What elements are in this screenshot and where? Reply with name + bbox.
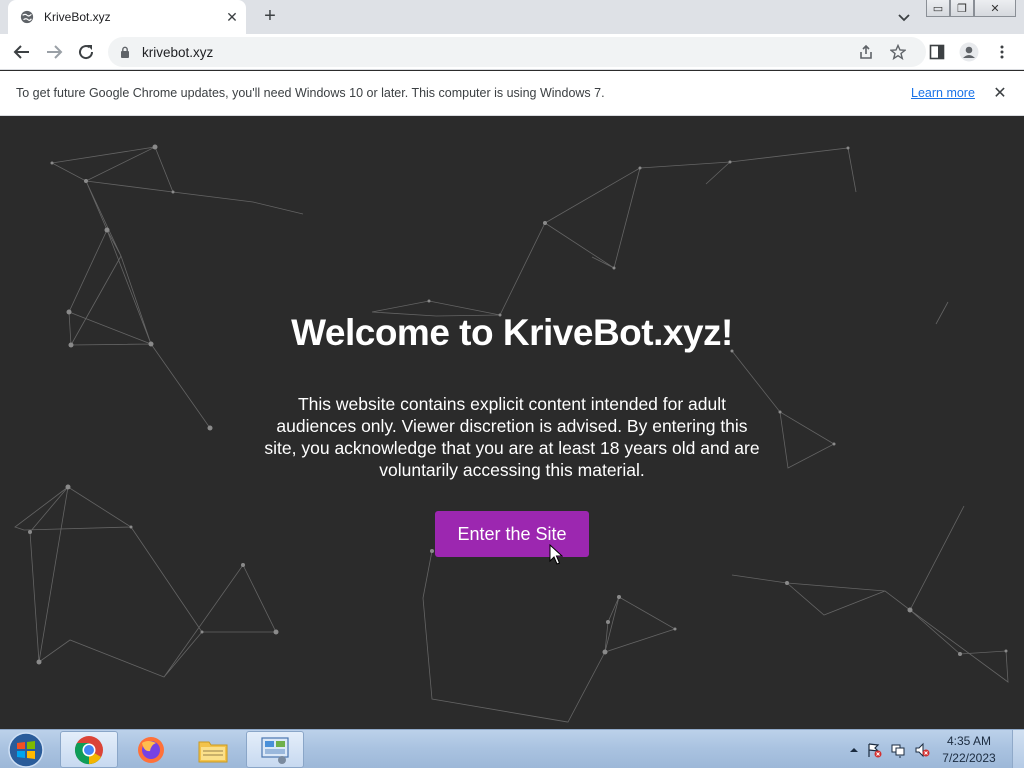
side-panel-icon: [929, 44, 945, 60]
lock-icon[interactable]: [120, 46, 130, 58]
infobar-message: To get future Google Chrome updates, you…: [16, 86, 605, 100]
back-button[interactable]: [12, 42, 32, 62]
screen: KriveBot.xyz ✕ + ▭ ❐ ✕ krivebot.xyz To g…: [0, 0, 1024, 768]
taskbar-firefox[interactable]: [122, 731, 180, 768]
close-window-button[interactable]: ✕: [974, 0, 1016, 17]
clock-time[interactable]: 4:35 AM: [938, 734, 1000, 748]
reload-icon: [79, 45, 94, 60]
window-controls: ▭ ❐ ✕: [926, 0, 1016, 18]
minimize-button[interactable]: ▭: [926, 0, 950, 17]
tab-title: KriveBot.xyz: [44, 10, 111, 24]
side-panel-button[interactable]: [927, 42, 947, 62]
restore-button[interactable]: ❐: [950, 0, 974, 17]
enter-site-button[interactable]: Enter the Site: [435, 511, 589, 557]
star-icon[interactable]: [890, 44, 906, 60]
browser-tab[interactable]: KriveBot.xyz ✕: [8, 0, 246, 34]
taskbar: 4:35 AM 7/22/2023: [0, 729, 1024, 768]
control-panel-icon: [261, 736, 289, 764]
taskbar-explorer[interactable]: [184, 731, 242, 768]
volume-muted-icon[interactable]: [914, 742, 930, 758]
chevron-up-icon[interactable]: [846, 742, 862, 758]
tab-strip: KriveBot.xyz ✕ + ▭ ❐ ✕: [0, 0, 1024, 34]
forward-button[interactable]: [44, 42, 64, 62]
firefox-icon: [138, 736, 164, 763]
taskbar-chrome[interactable]: [60, 731, 118, 768]
update-infobar: To get future Google Chrome updates, you…: [0, 71, 1024, 116]
browser-toolbar: krivebot.xyz: [0, 34, 1024, 70]
reload-button[interactable]: [76, 42, 96, 62]
avatar-icon: [959, 42, 979, 62]
globe-icon: [20, 10, 34, 24]
age-warning-text: This website contains explicit content i…: [264, 394, 760, 480]
infobar-close-icon[interactable]: ✕: [991, 84, 1009, 102]
page-content: Welcome to KriveBot.xyz! This website co…: [0, 116, 1024, 729]
new-tab-button[interactable]: +: [260, 6, 280, 26]
arrow-right-icon: [47, 45, 63, 59]
share-icon[interactable]: [858, 44, 874, 60]
chevron-down-icon[interactable]: [896, 9, 912, 25]
menu-button[interactable]: [992, 42, 1012, 62]
profile-button[interactable]: [959, 42, 979, 62]
chrome-icon: [74, 735, 103, 764]
action-center-flag-icon[interactable]: [866, 742, 882, 758]
arrow-left-icon: [13, 45, 29, 59]
tab-close-icon[interactable]: ✕: [224, 9, 240, 25]
address-bar[interactable]: krivebot.xyz: [108, 37, 926, 67]
taskbar-control-panel[interactable]: [246, 731, 304, 768]
show-desktop-button[interactable]: [1012, 730, 1024, 768]
explorer-icon: [198, 741, 228, 762]
mouse-cursor-icon: [549, 544, 563, 565]
network-icon[interactable]: [890, 742, 906, 758]
page-title: Welcome to KriveBot.xyz!: [291, 312, 733, 353]
url-text[interactable]: krivebot.xyz: [142, 45, 213, 60]
clock-date[interactable]: 7/22/2023: [938, 751, 1000, 765]
start-button[interactable]: [6, 731, 46, 768]
learn-more-link[interactable]: Learn more: [911, 86, 975, 100]
more-vert-icon: [1000, 45, 1004, 59]
